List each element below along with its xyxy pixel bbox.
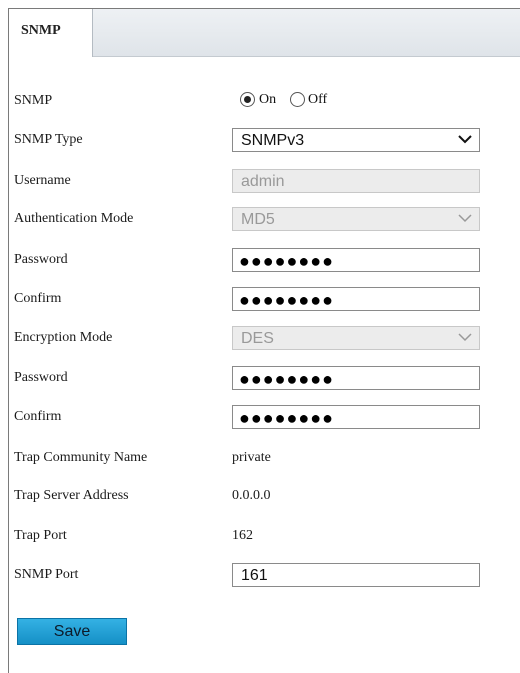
enc-password-value: ●●●●●●●● [239, 369, 334, 389]
trap-community-value: private [232, 450, 271, 465]
username-value: admin [241, 173, 285, 190]
snmp-type-row: SNMP Type SNMPv3 [0, 128, 511, 152]
snmp-type-value: SNMPv3 [241, 132, 305, 149]
enc-mode-row: Encryption Mode DES [0, 326, 511, 350]
trap-port-label: Trap Port [14, 528, 67, 543]
snmp-off-radio[interactable] [290, 92, 305, 107]
chevron-down-icon [458, 214, 472, 223]
enc-password-row: Password ●●●●●●●● [0, 366, 511, 390]
trap-community-row: Trap Community Name private [0, 446, 511, 470]
snmp-type-label: SNMP Type [14, 132, 83, 147]
auth-password-field[interactable]: ●●●●●●●● [232, 248, 480, 272]
auth-mode-value: MD5 [241, 211, 275, 228]
username-label: Username [14, 173, 71, 188]
snmp-on-radio[interactable] [240, 92, 255, 107]
trap-server-row: Trap Server Address 0.0.0.0 [0, 484, 511, 508]
snmp-label: SNMP [14, 93, 53, 108]
username-row: Username admin [0, 169, 511, 193]
enc-password-field[interactable]: ●●●●●●●● [232, 366, 480, 390]
auth-confirm-field[interactable]: ●●●●●●●● [232, 287, 480, 311]
enc-mode-label: Encryption Mode [14, 330, 113, 345]
snmp-port-field[interactable]: 161 [232, 563, 480, 587]
enc-mode-select[interactable]: DES [232, 326, 480, 350]
enc-password-label: Password [14, 370, 68, 385]
auth-mode-row: Authentication Mode MD5 [0, 207, 511, 231]
auth-mode-select[interactable]: MD5 [232, 207, 480, 231]
snmp-port-label: SNMP Port [14, 567, 79, 582]
trap-server-label: Trap Server Address [14, 488, 129, 503]
enc-confirm-label: Confirm [14, 409, 62, 424]
auth-password-label: Password [14, 252, 68, 267]
enc-confirm-field[interactable]: ●●●●●●●● [232, 405, 480, 429]
snmp-type-select[interactable]: SNMPv3 [232, 128, 480, 152]
snmp-on-label[interactable]: On [259, 92, 276, 108]
auth-confirm-row: Confirm ●●●●●●●● [0, 287, 511, 311]
trap-server-value: 0.0.0.0 [232, 488, 271, 503]
trap-community-label: Trap Community Name [14, 450, 148, 465]
snmp-port-row: SNMP Port 161 [0, 563, 511, 587]
trap-port-value: 162 [232, 528, 253, 543]
snmp-row: SNMP On Off [0, 89, 511, 113]
auth-confirm-value: ●●●●●●●● [239, 290, 334, 310]
username-field[interactable]: admin [232, 169, 480, 193]
auth-confirm-label: Confirm [14, 291, 62, 306]
enc-confirm-row: Confirm ●●●●●●●● [0, 405, 511, 429]
chevron-down-icon [458, 135, 472, 144]
snmp-off-label[interactable]: Off [308, 92, 327, 108]
tab-label: SNMP [21, 23, 61, 38]
enc-confirm-value: ●●●●●●●● [239, 408, 334, 428]
save-button[interactable]: Save [17, 618, 127, 645]
auth-password-row: Password ●●●●●●●● [0, 248, 511, 272]
chevron-down-icon [458, 333, 472, 342]
tab-snmp[interactable]: SNMP [9, 9, 93, 57]
enc-mode-value: DES [241, 330, 274, 347]
auth-mode-label: Authentication Mode [14, 211, 134, 226]
trap-port-row: Trap Port 162 [0, 524, 511, 548]
auth-password-value: ●●●●●●●● [239, 251, 334, 271]
snmp-port-value: 161 [241, 567, 268, 584]
